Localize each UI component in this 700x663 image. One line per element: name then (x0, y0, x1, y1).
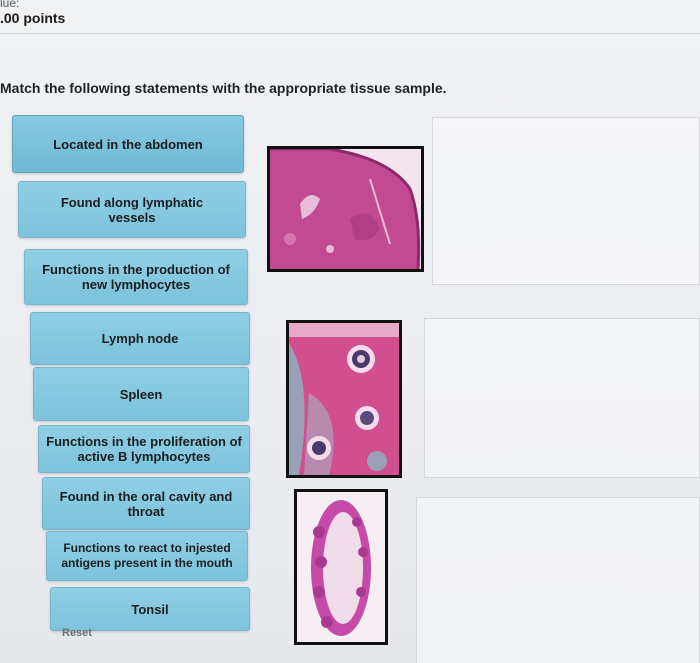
statement-label: Located in the abdomen (53, 136, 203, 152)
tissue-sample-spleen-image (267, 146, 424, 272)
tissue-sample-tonsil-image (294, 489, 388, 645)
statement-label: Tonsil (131, 601, 169, 617)
statement-card[interactable]: Located in the abdomen (12, 115, 244, 173)
question-instruction: Match the following statements with the … (0, 80, 447, 96)
statement-label: Found along lymphatic vessels (60, 194, 204, 225)
statement-card[interactable]: Functions to react to injested antigens … (46, 531, 248, 581)
statement-card[interactable]: Lymph node (30, 312, 250, 365)
answer-drop-zone[interactable] (432, 117, 700, 285)
statement-label: Functions in the proliferation of active… (46, 434, 242, 464)
statement-label: Lymph node (101, 331, 179, 346)
statement-label: Spleen (119, 386, 163, 402)
header-divider (0, 33, 700, 34)
statement-card[interactable]: Functions in the proliferation of active… (38, 425, 250, 473)
statement-label: Functions in the production of new lymph… (42, 262, 230, 292)
statement-card[interactable]: Found in the oral cavity and throat (42, 477, 250, 530)
statement-card[interactable]: Functions in the production of new lymph… (24, 249, 248, 305)
statement-card[interactable]: Found along lymphatic vessels (18, 181, 246, 238)
answer-drop-zone[interactable] (416, 497, 700, 663)
statement-label: Found in the oral cavity and throat (59, 488, 233, 519)
statement-card[interactable]: Spleen (33, 367, 249, 421)
spleen-tissue-icon (270, 149, 421, 269)
header-value-label: lue: (0, 0, 20, 10)
answer-drop-zone[interactable] (424, 318, 700, 478)
points-label: .00 points (0, 10, 66, 26)
statement-card[interactable]: Tonsil (50, 587, 250, 631)
tissue-sample-lymph-node-image (286, 320, 402, 478)
tonsil-tissue-icon (297, 492, 385, 642)
lymph-node-tissue-icon (289, 323, 399, 475)
reset-link[interactable]: Reset (62, 627, 92, 639)
statement-label: Functions to react to injested antigens … (61, 541, 233, 570)
